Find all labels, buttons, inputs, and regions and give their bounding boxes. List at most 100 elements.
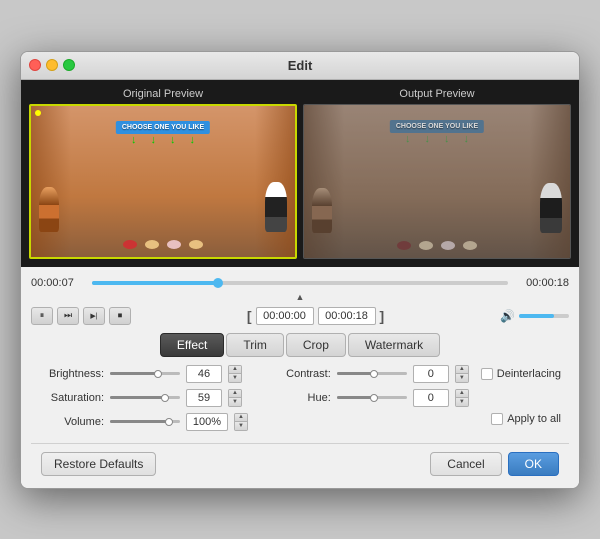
contrast-thumb[interactable]: [370, 370, 378, 378]
apply-all-text: Apply to all: [507, 413, 561, 425]
contrast-slider[interactable]: [337, 372, 407, 375]
restore-defaults-button[interactable]: Restore Defaults: [41, 452, 156, 476]
out-banner: CHOOSE ONE YOU LIKE: [390, 120, 484, 133]
original-preview-label: Original Preview: [29, 88, 297, 100]
saturation-fill: [110, 396, 163, 399]
out-tree-right: [530, 105, 570, 258]
timeline-thumb[interactable]: [213, 278, 223, 288]
contrast-label: Contrast:: [266, 368, 331, 380]
hue-value[interactable]: [413, 389, 449, 407]
tab-effect[interactable]: Effect: [160, 333, 224, 357]
preview-section: Original Preview CHOOSE ONE YOU LIKE ↓ ↓…: [21, 80, 579, 267]
brightness-slider[interactable]: [110, 372, 180, 375]
saturation-row: Saturation: ▲ ▼: [39, 389, 250, 407]
deinterlacing-text: Deinterlacing: [497, 368, 561, 380]
hue-down[interactable]: ▼: [456, 398, 468, 406]
volume-icon: 🔊: [500, 309, 515, 323]
saturation-stepper[interactable]: ▲ ▼: [228, 389, 242, 407]
brightness-fill: [110, 372, 156, 375]
timeline-progress: [92, 281, 217, 285]
contrast-fill: [337, 372, 372, 375]
contrast-value[interactable]: [413, 365, 449, 383]
left-effect-col: Brightness: ▲ ▼ Saturation:: [39, 365, 250, 437]
volume-down[interactable]: ▼: [235, 422, 247, 430]
hue-fill: [337, 396, 372, 399]
hue-row: Hue: ▲ ▼: [266, 389, 561, 407]
contrast-up[interactable]: ▲: [456, 366, 468, 375]
timeline-arrows: ▲: [31, 291, 569, 303]
output-preview-panel: Output Preview CHOOSE ONE YOU LIKE ↓ ↓ ↓…: [303, 88, 571, 259]
effect-controls: Brightness: ▲ ▼ Saturation:: [31, 361, 569, 441]
deinterlacing-checkbox[interactable]: [481, 368, 493, 380]
output-preview-label: Output Preview: [303, 88, 571, 100]
volume-fill: [519, 314, 554, 318]
controls-section: 00:00:07 00:00:18 ▲ ⏸ ⏭ ▶| ⏹ [ ]: [21, 267, 579, 488]
saturation-slider[interactable]: [110, 396, 180, 399]
contrast-row: Contrast: ▲ ▼ Deinterlacing: [266, 365, 561, 383]
volume-row: Volume: ▲ ▼: [39, 413, 250, 431]
tabs-row: Effect Trim Crop Watermark: [31, 329, 569, 361]
contrast-down[interactable]: ▼: [456, 374, 468, 382]
titlebar: Edit: [21, 52, 579, 80]
timeline-row: 00:00:07 00:00:18: [31, 273, 569, 291]
main-window: Edit Original Preview CHOOSE ONE YOU LIK…: [20, 51, 580, 489]
close-button[interactable]: [29, 59, 41, 71]
brightness-down[interactable]: ▼: [229, 374, 241, 382]
hue-slider[interactable]: [337, 396, 407, 399]
volume-slider[interactable]: [519, 314, 569, 318]
out-tree-left: [304, 105, 344, 258]
volume-value[interactable]: [186, 413, 228, 431]
stop-button[interactable]: ⏹: [109, 307, 131, 325]
tab-trim[interactable]: Trim: [226, 333, 284, 357]
saturation-value[interactable]: [186, 389, 222, 407]
tab-crop[interactable]: Crop: [286, 333, 346, 357]
saturation-label: Saturation:: [39, 392, 104, 404]
timeline-start-time: 00:00:07: [31, 277, 86, 289]
pause-button[interactable]: ⏸: [31, 307, 53, 325]
vol-thumb[interactable]: [165, 418, 173, 426]
hue-stepper[interactable]: ▲ ▼: [455, 389, 469, 407]
apply-all-checkbox[interactable]: [491, 413, 503, 425]
saturation-up[interactable]: ▲: [229, 390, 241, 399]
brightness-value[interactable]: [186, 365, 222, 383]
bottom-row: Restore Defaults Cancel OK: [31, 443, 569, 484]
minimize-button[interactable]: [46, 59, 58, 71]
action-buttons: Cancel OK: [430, 452, 559, 476]
brightness-label: Brightness:: [39, 368, 104, 380]
bracket-close: ]: [380, 308, 385, 324]
tree-left-deco: [31, 106, 71, 257]
vol-slider[interactable]: [110, 420, 180, 423]
volume-up[interactable]: ▲: [235, 414, 247, 423]
maximize-button[interactable]: [63, 59, 75, 71]
next-frame-button[interactable]: ⏭: [57, 307, 79, 325]
traffic-lights: [29, 59, 75, 71]
volume-label: Volume:: [39, 416, 104, 428]
original-preview-panel: Original Preview CHOOSE ONE YOU LIKE ↓ ↓…: [29, 88, 297, 259]
step-button[interactable]: ▶|: [83, 307, 105, 325]
brightness-stepper[interactable]: ▲ ▼: [228, 365, 242, 383]
range-start-input[interactable]: [256, 307, 314, 325]
range-end-input[interactable]: [318, 307, 376, 325]
ok-button[interactable]: OK: [508, 452, 559, 476]
hue-label: Hue:: [266, 392, 331, 404]
brightness-up[interactable]: ▲: [229, 366, 241, 375]
saturation-thumb[interactable]: [161, 394, 169, 402]
tab-watermark[interactable]: Watermark: [348, 333, 440, 357]
cancel-button[interactable]: Cancel: [430, 452, 501, 476]
hue-thumb[interactable]: [370, 394, 378, 402]
output-preview-box: CHOOSE ONE YOU LIKE ↓ ↓ ↓ ↓: [303, 104, 571, 259]
bracket-open: [: [247, 308, 252, 324]
timeline-track[interactable]: [92, 281, 508, 285]
saturation-down[interactable]: ▼: [229, 398, 241, 406]
original-preview-box: CHOOSE ONE YOU LIKE ↓ ↓ ↓ ↓: [29, 104, 297, 259]
brightness-thumb[interactable]: [154, 370, 162, 378]
volume-stepper[interactable]: ▲ ▼: [234, 413, 248, 431]
play-controls: ⏸ ⏭ ▶| ⏹: [31, 307, 131, 325]
time-range: [ ]: [247, 307, 384, 325]
window-title: Edit: [288, 58, 313, 73]
original-scene: CHOOSE ONE YOU LIKE ↓ ↓ ↓ ↓: [31, 106, 295, 257]
hue-up[interactable]: ▲: [456, 390, 468, 399]
vol-fill: [110, 420, 166, 423]
volume-control: 🔊: [500, 309, 569, 323]
contrast-stepper[interactable]: ▲ ▼: [455, 365, 469, 383]
